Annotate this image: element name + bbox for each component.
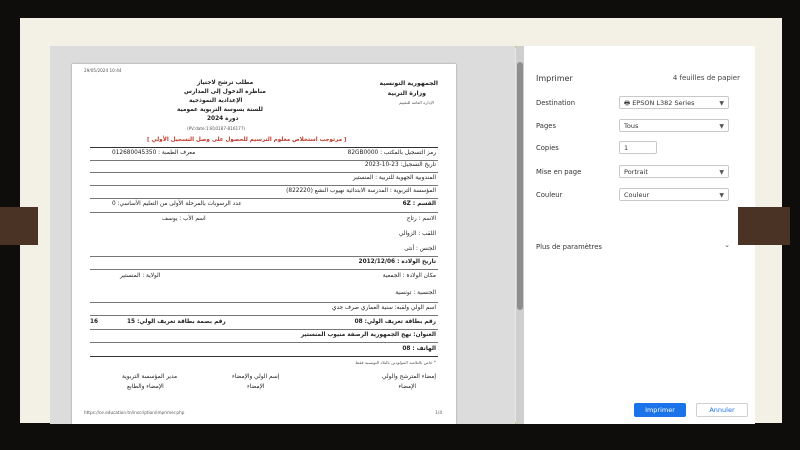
scrollbar-thumb[interactable]: [517, 62, 523, 310]
doc-sig-3a: مدير المؤسسة التربوية: [122, 374, 178, 380]
pages-label: Pages: [536, 122, 556, 130]
print-button[interactable]: Imprimer: [634, 403, 686, 417]
doc-first-name: الاسم : رتاج: [406, 216, 436, 222]
doc-header-left-3: الإعدادية النموذجية: [189, 98, 243, 104]
preview-scrollbar[interactable]: [516, 46, 524, 424]
doc-page-number: 1/4: [435, 410, 442, 415]
doc-header-left-5: دورة 2024: [207, 116, 239, 122]
doc-header-left-6: (PV:date:1:810187-816177): [187, 126, 246, 131]
doc-header-right-2: وزارة التربية: [387, 90, 426, 97]
divider: [90, 185, 438, 186]
divider: [90, 147, 438, 148]
chevron-down-icon: ▼: [719, 192, 724, 199]
copies-label: Copies: [536, 144, 559, 152]
right-bar-edge: [790, 202, 800, 250]
doc-header-left-1: مطلب ترشح لاجتياز: [197, 80, 254, 86]
doc-header-right-3: الإدارة العامة للتقييم: [398, 100, 434, 105]
doc-header-left-4: للسنة بسوسة التربوية عمومية: [177, 107, 263, 113]
doc-footnote: * خاص بالتلاميذ المولودين بالبلاد التونس…: [355, 360, 436, 365]
printer-icon: 🖶: [624, 99, 633, 107]
pages-value: Tous: [624, 122, 639, 130]
destination-label: Destination: [536, 99, 576, 107]
doc-id-card: رقم بطاقة تعريف الولي: 08: [354, 319, 436, 325]
doc-header-left-2: مناظرة الدخول إلى المدارس: [184, 89, 266, 95]
doc-sig-2a: إسم الولي والإمضاء: [232, 374, 280, 380]
doc-birth-state: الولاية : المنستير: [120, 273, 161, 279]
doc-sig-1b: الإمضاء: [398, 384, 416, 390]
doc-header-right-1: الجمهورية التونسية: [379, 80, 438, 87]
doc-region: المندوبية الجهوية للتربية : المنستير: [352, 175, 436, 181]
doc-reg-date: تاريخ التسجيل: 23-10-2023: [364, 162, 436, 168]
doc-id-card-2: رقم بصمة بطاقة تعريف الولي: 15: [127, 319, 226, 325]
doc-url: https://ce.education.tn/inscription/impr…: [84, 410, 185, 415]
document-page: 29/05/2024 10:44 الجمهورية التونسية وزار…: [72, 64, 456, 424]
copies-input[interactable]: 1: [619, 141, 657, 154]
layout-select[interactable]: Portrait ▼: [619, 165, 729, 178]
doc-address: العنوان: نهج الجمهورية الرصفة منيوب المن…: [300, 332, 436, 338]
doc-sig-3b: الإمضاء والطابع: [127, 384, 164, 390]
doc-birth-place: مكان الولادة : الجمعية: [382, 273, 436, 279]
doc-phone: الهاتف : 08: [402, 346, 436, 352]
divider: [90, 212, 438, 213]
color-select[interactable]: Couleur ▼: [619, 188, 729, 201]
print-preview: 29/05/2024 10:44 الجمهورية التونسية وزار…: [50, 46, 515, 424]
doc-guardian: اسم الولي ولقبه: سنية العماري صرف جدي: [331, 305, 436, 311]
destination-select[interactable]: 🖶 EPSON L382 Series ▼: [619, 96, 729, 109]
doc-sig-1a: إمضاء المترشح والولي: [382, 374, 436, 380]
chevron-down-icon: ▼: [719, 169, 724, 176]
cancel-button[interactable]: Annuler: [696, 403, 748, 417]
doc-date: 29/05/2024 10:44: [84, 68, 122, 73]
doc-id-number: معرف الطمبة : 012680045350: [112, 150, 196, 156]
divider: [90, 256, 438, 257]
screen-frame: 29/05/2024 10:44 الجمهورية التونسية وزار…: [20, 18, 782, 424]
destination-value: EPSON L382 Series: [632, 99, 695, 107]
more-settings[interactable]: Plus de paramètres: [536, 243, 602, 251]
divider: [90, 160, 438, 161]
pages-select[interactable]: Tous ▼: [619, 119, 729, 132]
doc-sig-2b: الإمضاء: [247, 384, 265, 390]
left-bar: [0, 207, 38, 245]
doc-years: عدد الرسوبات بالمرحلة الأولى من التعليم …: [112, 201, 242, 207]
doc-section: القسم : 6Z: [402, 201, 436, 207]
divider: [90, 342, 438, 343]
doc-father: اسم الأب : يوسف: [162, 216, 206, 222]
right-bar: [738, 207, 790, 245]
layout-value: Portrait: [624, 168, 648, 176]
divider: [90, 198, 438, 199]
print-settings-panel: Imprimer 4 feuilles de papier Destinatio…: [524, 46, 755, 424]
color-label: Couleur: [536, 191, 563, 199]
divider: [90, 356, 438, 357]
chevron-down-icon: ▼: [719, 123, 724, 130]
doc-id-card-3: 16: [90, 319, 99, 325]
color-value: Couleur: [624, 191, 650, 199]
dialog-title: Imprimer: [536, 74, 573, 83]
divider: [90, 269, 438, 270]
divider: [90, 302, 438, 303]
divider: [90, 172, 438, 173]
layout-label: Mise en page: [536, 168, 582, 176]
sheet-count: 4 feuilles de papier: [672, 74, 740, 82]
doc-surname: اللقب : الزوالي: [398, 231, 436, 237]
divider: [90, 315, 438, 316]
chevron-down-icon: ▼: [719, 100, 724, 107]
doc-reg-number: رمز التسجيل بالمكتب : 82GB0000: [347, 150, 436, 156]
print-dialog: 29/05/2024 10:44 الجمهورية التونسية وزار…: [50, 46, 755, 424]
doc-birth-date: تاريخ الولادة : 2012/12/06: [358, 259, 436, 265]
doc-sex: الجنس : أنثى: [404, 246, 436, 252]
divider: [90, 329, 438, 330]
doc-nationality: الجنسية : تونسية: [395, 290, 436, 296]
doc-school: المؤسسة التربوية : المدرسة الابتدائية نه…: [286, 188, 436, 194]
chevron-down-icon[interactable]: ⌄: [724, 241, 730, 249]
doc-notice: [ مرتوجب استخلاص معلوم الترسيم للحصول عل…: [147, 137, 347, 143]
